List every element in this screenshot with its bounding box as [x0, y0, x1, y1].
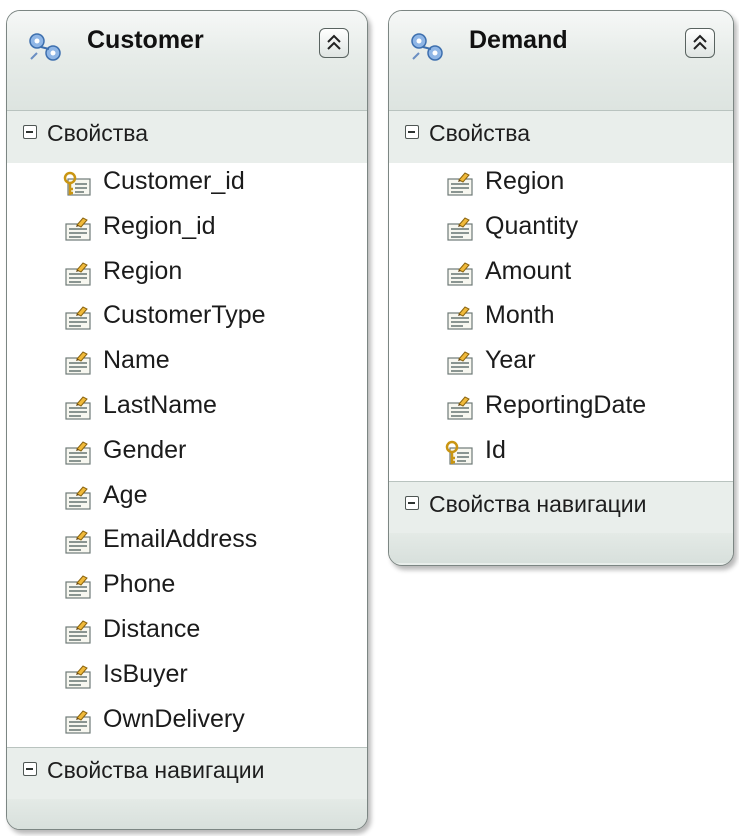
minus-box-icon[interactable]: [405, 125, 419, 139]
entity-footer: [389, 533, 733, 563]
minus-box-icon[interactable]: [23, 125, 37, 139]
property-row[interactable]: Amount: [389, 253, 733, 298]
property-row[interactable]: EmailAddress: [7, 521, 367, 566]
entity-demand[interactable]: Demand Свойства Region Quantity Amount Mont…: [388, 10, 734, 566]
property-row[interactable]: Year: [389, 342, 733, 387]
minus-box-icon[interactable]: [23, 762, 37, 776]
property-name: OwnDelivery: [103, 704, 245, 733]
property-icon: [65, 217, 91, 241]
property-row[interactable]: Phone: [7, 566, 367, 611]
property-icon: [65, 441, 91, 465]
entity-icon: [29, 33, 61, 61]
property-name: Amount: [485, 256, 572, 285]
entity-header[interactable]: Customer: [7, 11, 367, 111]
property-name: LastName: [103, 390, 217, 419]
entity-header[interactable]: Demand: [389, 11, 733, 111]
property-name: EmailAddress: [103, 525, 258, 554]
property-name: Month: [485, 301, 555, 330]
property-name: Gender: [103, 435, 187, 464]
entity-title: Customer: [87, 26, 204, 54]
property-icon: [65, 485, 91, 510]
key-property-icon: [445, 440, 473, 465]
property-name: Region: [485, 167, 565, 195]
property-icon: [65, 351, 91, 375]
property-icon: [447, 306, 473, 330]
property-name: Region: [103, 256, 183, 285]
property-row[interactable]: IsBuyer: [7, 656, 367, 701]
properties-section-label: Свойства: [429, 120, 530, 146]
property-name: Phone: [103, 570, 176, 599]
property-icon: [447, 396, 473, 420]
property-name: IsBuyer: [103, 659, 188, 688]
property-row[interactable]: Gender: [7, 432, 367, 477]
property-row[interactable]: Quantity: [389, 208, 733, 253]
property-name: ReportingDate: [485, 390, 647, 419]
entity-icon: [411, 33, 443, 61]
property-icon: [65, 575, 91, 599]
property-icon: [447, 217, 473, 241]
property-list: Customer_id Region_id Region CustomerType Na…: [7, 163, 367, 747]
property-icon: [65, 306, 91, 330]
property-icon: [447, 261, 473, 286]
collapse-button[interactable]: [685, 28, 715, 58]
property-icon: [65, 620, 91, 644]
property-name: Customer_id: [103, 167, 245, 195]
property-row[interactable]: CustomerType: [7, 297, 367, 342]
properties-section-header[interactable]: Свойства: [7, 111, 367, 163]
property-row[interactable]: Region: [389, 163, 733, 208]
property-name: Id: [485, 435, 506, 464]
property-icon: [447, 351, 473, 375]
property-icon: [65, 665, 91, 689]
property-name: Region_id: [103, 211, 216, 240]
property-row[interactable]: Age: [7, 477, 367, 522]
property-name: CustomerType: [103, 301, 266, 330]
property-row[interactable]: Customer_id: [7, 163, 367, 208]
navigation-section-header[interactable]: Свойства навигации: [389, 481, 733, 533]
property-row[interactable]: LastName: [7, 387, 367, 432]
property-name: Distance: [103, 614, 201, 643]
collapse-up-icon: [327, 34, 341, 50]
navigation-section-label: Свойства навигации: [47, 757, 265, 783]
property-name: Quantity: [485, 211, 579, 240]
property-row[interactable]: Distance: [7, 611, 367, 656]
property-row[interactable]: OwnDelivery: [7, 701, 367, 746]
key-property-icon: [63, 171, 91, 196]
property-row[interactable]: Id: [389, 432, 733, 477]
property-row[interactable]: Name: [7, 342, 367, 387]
entity-title: Demand: [469, 26, 568, 54]
property-row[interactable]: Region_id: [7, 208, 367, 253]
navigation-section-header[interactable]: Свойства навигации: [7, 747, 367, 799]
entity-customer[interactable]: Customer Свойства Customer_id Region_id Re…: [6, 10, 368, 830]
property-icon: [65, 396, 91, 420]
navigation-section-label: Свойства навигации: [429, 491, 647, 517]
minus-box-icon[interactable]: [405, 496, 419, 510]
property-icon: [447, 172, 473, 196]
property-row[interactable]: Month: [389, 297, 733, 342]
entity-footer: [7, 799, 367, 829]
property-list: Region Quantity Amount Month Year ReportingDa…: [389, 163, 733, 481]
properties-section-header[interactable]: Свойства: [389, 111, 733, 163]
property-icon: [65, 530, 91, 554]
property-name: Age: [103, 480, 148, 509]
property-row[interactable]: ReportingDate: [389, 387, 733, 432]
property-row[interactable]: Region: [7, 253, 367, 298]
property-icon: [65, 709, 91, 734]
property-name: Name: [103, 346, 170, 375]
property-icon: [65, 261, 91, 286]
collapse-up-icon: [693, 34, 707, 50]
collapse-button[interactable]: [319, 28, 349, 58]
properties-section-label: Свойства: [47, 120, 148, 146]
property-name: Year: [485, 346, 536, 375]
